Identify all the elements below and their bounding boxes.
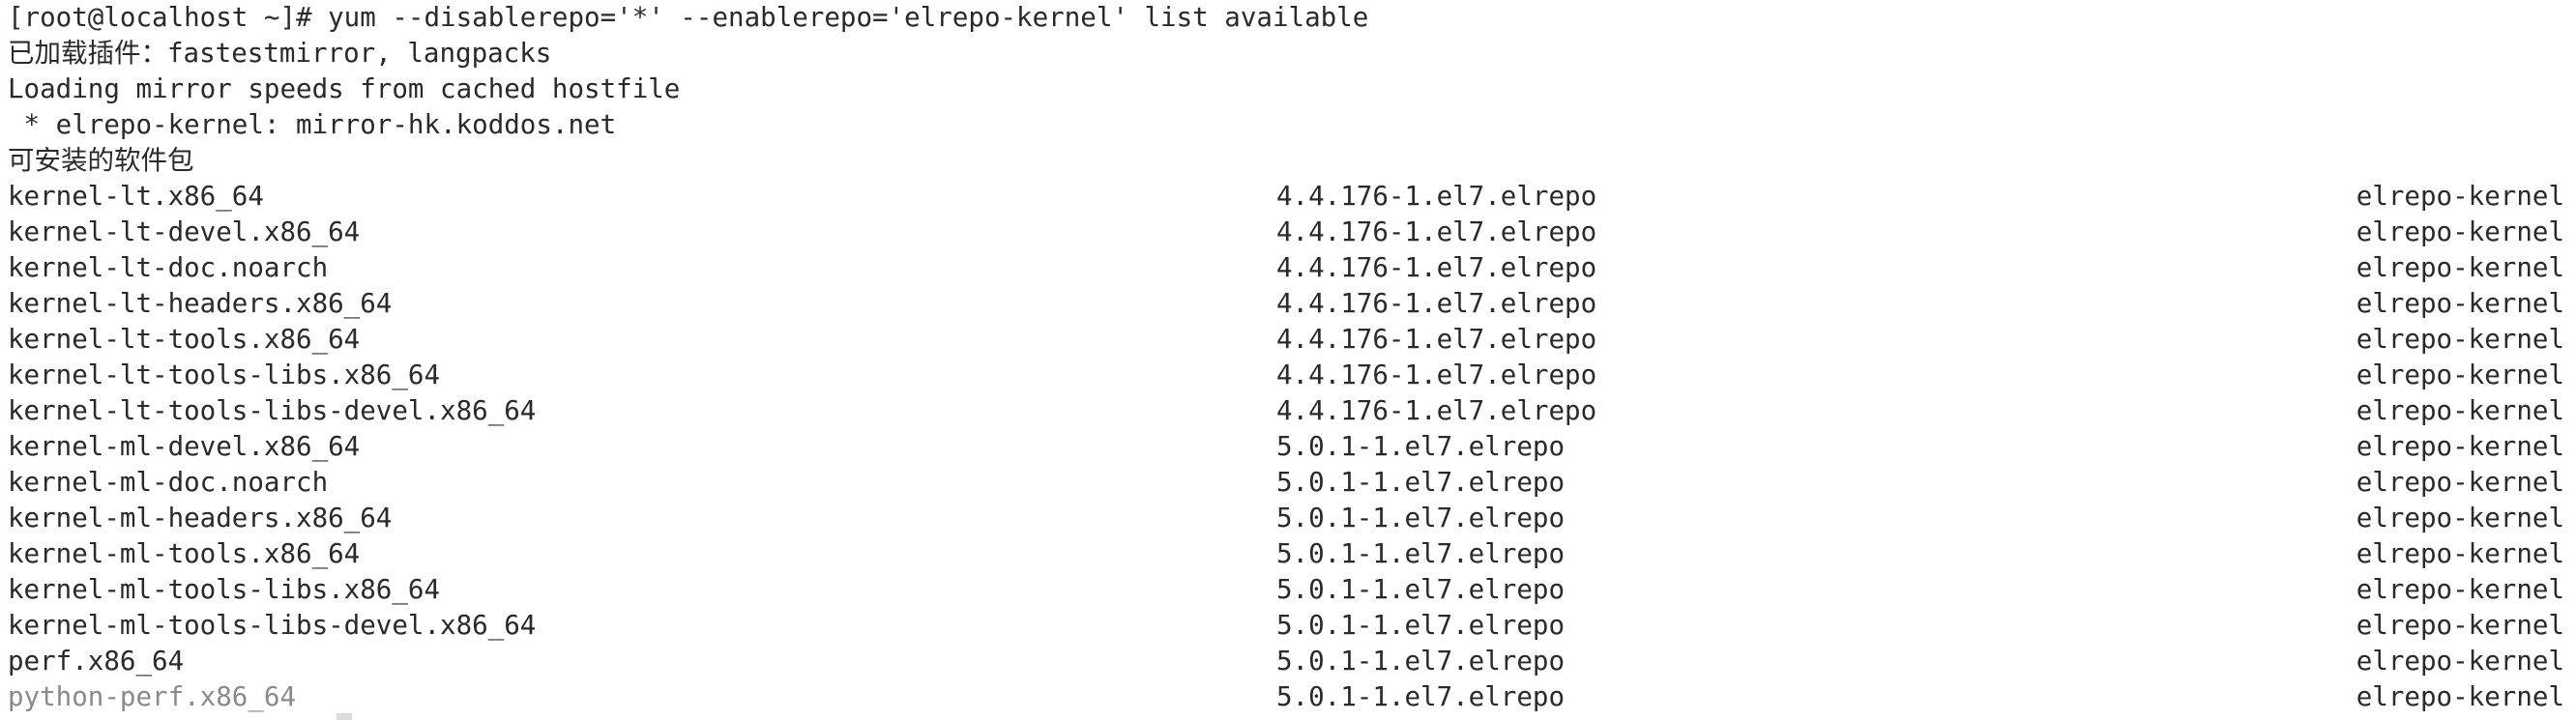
package-name: kernel-lt-tools-libs.x86_64 — [8, 360, 441, 390]
package-row: kernel-lt-devel.x86_64 4.4.176-1.el7.elr… — [0, 215, 2576, 250]
scroll-indicator — [337, 713, 352, 720]
package-repo: elrepo-kernel — [2356, 646, 2564, 677]
mirror-entry-line: * elrepo-kernel: mirror-hk.koddos.net — [8, 109, 617, 140]
package-name: kernel-ml-devel.x86_64 — [8, 431, 361, 462]
package-row: kernel-ml-doc.noarch 5.0.1-1.el7.elrepo … — [0, 465, 2576, 501]
package-row: kernel-ml-devel.x86_64 5.0.1-1.el7.elrep… — [0, 429, 2576, 465]
package-repo: elrepo-kernel — [2356, 324, 2564, 355]
package-version: 4.4.176-1.el7.elrepo — [1276, 252, 1597, 283]
package-version: 4.4.176-1.el7.elrepo — [1276, 181, 1597, 212]
package-version: 5.0.1-1.el7.elrepo — [1276, 681, 1566, 712]
package-repo: elrepo-kernel — [2356, 467, 2564, 498]
package-version: 5.0.1-1.el7.elrepo — [1276, 574, 1566, 605]
package-name: kernel-lt-tools.x86_64 — [8, 324, 361, 355]
package-name: kernel-lt-doc.noarch — [8, 252, 329, 283]
package-version: 5.0.1-1.el7.elrepo — [1276, 646, 1566, 677]
package-name: kernel-lt-headers.x86_64 — [8, 288, 393, 319]
package-name: perf.x86_64 — [8, 646, 185, 677]
package-version: 5.0.1-1.el7.elrepo — [1276, 503, 1566, 533]
package-row: kernel-lt-doc.noarch 4.4.176-1.el7.elrep… — [0, 250, 2576, 286]
package-row: perf.x86_64 5.0.1-1.el7.elrepo elrepo-ke… — [0, 644, 2576, 679]
package-name: kernel-lt-tools-libs-devel.x86_64 — [8, 395, 537, 426]
package-name: kernel-lt.x86_64 — [8, 181, 264, 212]
package-row: kernel-lt-headers.x86_64 4.4.176-1.el7.e… — [0, 286, 2576, 322]
package-version: 4.4.176-1.el7.elrepo — [1276, 360, 1597, 390]
package-repo: elrepo-kernel — [2356, 216, 2564, 247]
package-version: 5.0.1-1.el7.elrepo — [1276, 610, 1566, 641]
package-repo: elrepo-kernel — [2356, 681, 2564, 712]
package-version: 5.0.1-1.el7.elrepo — [1276, 467, 1566, 498]
package-version: 4.4.176-1.el7.elrepo — [1276, 216, 1597, 247]
package-row: kernel-lt-tools-libs-devel.x86_64 4.4.17… — [0, 393, 2576, 429]
terminal-window[interactable]: [root@localhost ~]# yum --disablerepo='*… — [0, 0, 2576, 720]
package-name: kernel-ml-tools-libs-devel.x86_64 — [8, 610, 537, 641]
package-row: kernel-ml-tools.x86_64 5.0.1-1.el7.elrep… — [0, 536, 2576, 572]
package-repo: elrepo-kernel — [2356, 395, 2564, 426]
package-name: python-perf.x86_64 — [8, 681, 297, 712]
package-row: kernel-ml-tools-libs-devel.x86_64 5.0.1-… — [0, 608, 2576, 644]
package-repo: elrepo-kernel — [2356, 252, 2564, 283]
package-row: kernel-lt.x86_64 4.4.176-1.el7.elrepo el… — [0, 179, 2576, 215]
package-row: kernel-ml-tools-libs.x86_64 5.0.1-1.el7.… — [0, 572, 2576, 608]
available-packages-header: 可安装的软件包 — [8, 145, 194, 176]
package-row: kernel-lt-tools-libs.x86_64 4.4.176-1.el… — [0, 358, 2576, 393]
package-name: kernel-ml-doc.noarch — [8, 467, 329, 498]
package-repo: elrepo-kernel — [2356, 288, 2564, 319]
package-name: kernel-ml-tools-libs.x86_64 — [8, 574, 441, 605]
package-repo: elrepo-kernel — [2356, 181, 2564, 212]
package-version: 4.4.176-1.el7.elrepo — [1276, 288, 1597, 319]
package-row: kernel-ml-headers.x86_64 5.0.1-1.el7.elr… — [0, 501, 2576, 536]
package-row: python-perf.x86_64 5.0.1-1.el7.elrepo el… — [0, 679, 2576, 715]
package-repo: elrepo-kernel — [2356, 574, 2564, 605]
command-prompt-line: [root@localhost ~]# yum --disablerepo='*… — [8, 2, 1369, 33]
package-repo: elrepo-kernel — [2356, 503, 2564, 533]
package-version: 5.0.1-1.el7.elrepo — [1276, 538, 1566, 569]
package-name: kernel-ml-tools.x86_64 — [8, 538, 361, 569]
package-version: 4.4.176-1.el7.elrepo — [1276, 395, 1597, 426]
package-repo: elrepo-kernel — [2356, 360, 2564, 390]
package-version: 5.0.1-1.el7.elrepo — [1276, 431, 1566, 462]
package-row: kernel-lt-tools.x86_64 4.4.176-1.el7.elr… — [0, 322, 2576, 358]
package-repo: elrepo-kernel — [2356, 610, 2564, 641]
package-repo: elrepo-kernel — [2356, 538, 2564, 569]
package-version: 4.4.176-1.el7.elrepo — [1276, 324, 1597, 355]
package-name: kernel-lt-devel.x86_64 — [8, 216, 361, 247]
mirror-loading-line: Loading mirror speeds from cached hostfi… — [8, 73, 681, 104]
package-repo: elrepo-kernel — [2356, 431, 2564, 462]
package-name: kernel-ml-headers.x86_64 — [8, 503, 393, 533]
plugins-loaded-line: 已加载插件：fastestmirror, langpacks — [8, 38, 552, 69]
